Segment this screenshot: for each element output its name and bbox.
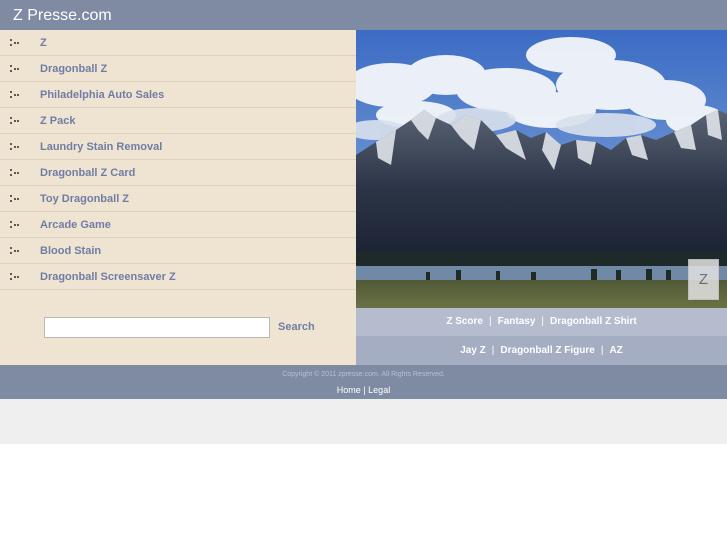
list-item: Laundry Stain Removal: [0, 134, 356, 160]
list-item: Z: [0, 30, 356, 56]
link-z-pack[interactable]: Z Pack: [40, 115, 75, 127]
footer-links: Home | Legal: [0, 385, 727, 395]
footer: Copyright © 2011 zpresse.com. All Rights…: [0, 365, 727, 399]
keyword-link[interactable]: Z Score: [446, 316, 483, 327]
keyword-bar-top: Z Score | Fantasy | Dragonball Z Shirt: [356, 308, 727, 336]
copyright-text: Copyright © 2011 zpresse.com. All Rights…: [282, 371, 445, 378]
search-input[interactable]: [44, 317, 270, 338]
site-title[interactable]: Z Presse.com: [13, 7, 112, 25]
footer-divider: |: [363, 385, 366, 395]
keyword-link[interactable]: Dragonball Z Figure: [500, 345, 594, 356]
bullet-icon: [10, 273, 20, 281]
link-sidebar: Z Dragonball Z Philadelphia Auto Sales Z…: [0, 30, 356, 365]
link-z[interactable]: Z: [40, 37, 47, 49]
search-button[interactable]: Search: [278, 321, 315, 333]
bullet-icon: [10, 169, 20, 177]
list-item: Blood Stain: [0, 238, 356, 264]
list-item: Dragonball Z Card: [0, 160, 356, 186]
keyword-link[interactable]: Fantasy: [498, 316, 536, 327]
keyword-link[interactable]: Dragonball Z Shirt: [550, 316, 637, 327]
bullet-icon: [10, 117, 20, 125]
legal-link[interactable]: Legal: [368, 385, 390, 395]
bottom-band: [0, 399, 727, 444]
link-arcade-game[interactable]: Arcade Game: [40, 219, 111, 231]
mountain-landscape-image: [356, 30, 727, 308]
header: Z Presse.com: [0, 0, 727, 30]
link-philadelphia-auto-sales[interactable]: Philadelphia Auto Sales: [40, 89, 164, 101]
list-item: Z Pack: [0, 108, 356, 134]
bullet-icon: [10, 195, 20, 203]
link-laundry-stain-removal[interactable]: Laundry Stain Removal: [40, 141, 162, 153]
z-badge: Z: [688, 259, 719, 300]
link-list: Z Dragonball Z Philadelphia Auto Sales Z…: [0, 30, 356, 290]
separator: |: [489, 316, 492, 327]
list-item: Dragonball Screensaver Z: [0, 264, 356, 290]
link-dragonball-z-card[interactable]: Dragonball Z Card: [40, 167, 135, 179]
list-item: Arcade Game: [0, 212, 356, 238]
list-item: Toy Dragonball Z: [0, 186, 356, 212]
bullet-icon: [10, 143, 20, 151]
bullet-icon: [10, 91, 20, 99]
link-dragonball-screensaver-z[interactable]: Dragonball Screensaver Z: [40, 271, 176, 283]
link-blood-stain[interactable]: Blood Stain: [40, 245, 101, 257]
bullet-icon: [10, 247, 20, 255]
separator: |: [541, 316, 545, 327]
list-item: Dragonball Z: [0, 56, 356, 82]
separator: |: [491, 345, 495, 356]
link-dragonball-z[interactable]: Dragonball Z: [40, 63, 107, 75]
separator: |: [600, 345, 604, 356]
link-toy-dragonball-z[interactable]: Toy Dragonball Z: [40, 193, 129, 205]
bullet-icon: [10, 39, 20, 47]
keyword-link[interactable]: Jay Z: [460, 345, 486, 356]
keyword-bar-bottom: Jay Z | Dragonball Z Figure | AZ: [356, 336, 727, 365]
bullet-icon: [10, 221, 20, 229]
list-item: Philadelphia Auto Sales: [0, 82, 356, 108]
keyword-link[interactable]: AZ: [609, 345, 622, 356]
bullet-icon: [10, 65, 20, 73]
home-link[interactable]: Home: [337, 385, 361, 395]
hero-image: Z: [356, 30, 727, 308]
